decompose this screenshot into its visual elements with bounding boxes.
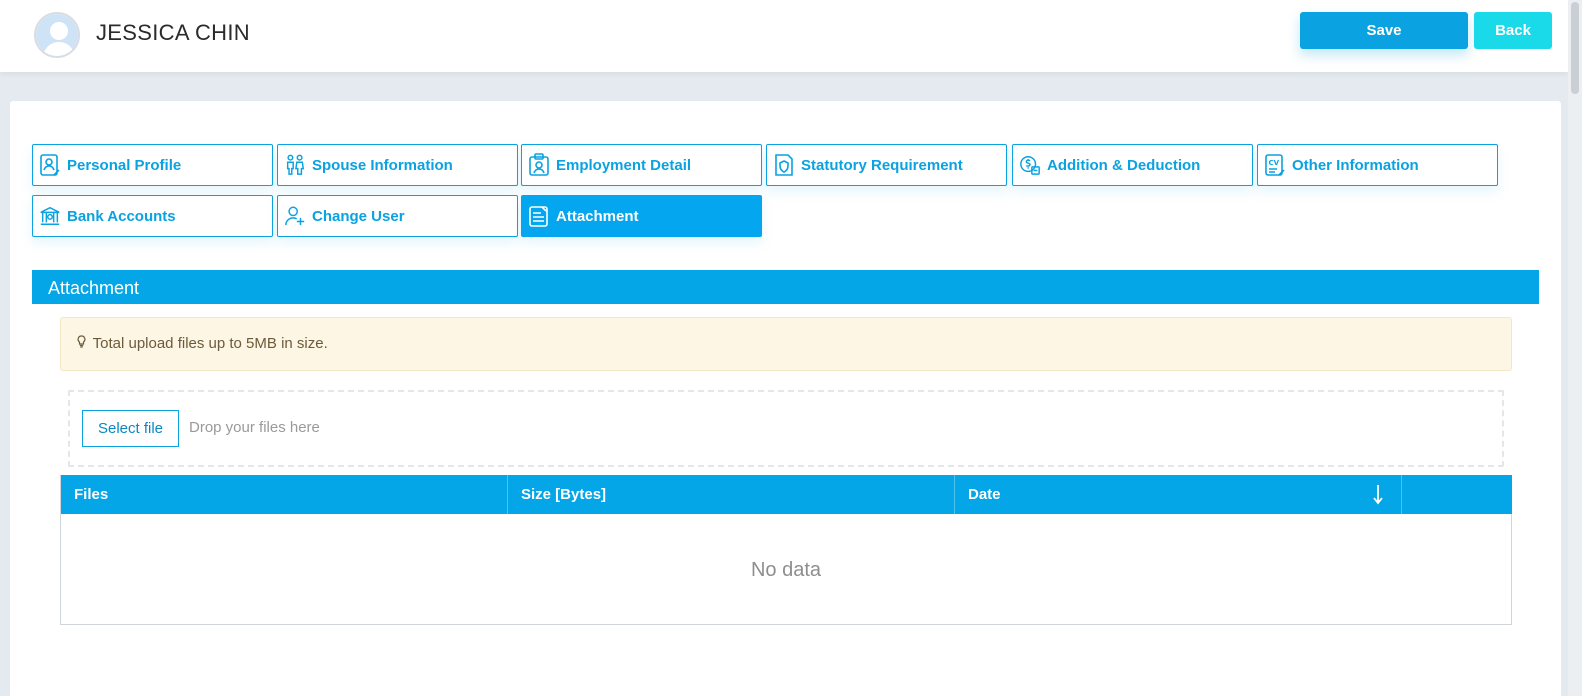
tab-label: Employment Detail (556, 156, 692, 174)
tab-label: Bank Accounts (67, 207, 176, 225)
addition-deduction-icon (1019, 153, 1041, 177)
tab-employment-detail[interactable]: Employment Detail (521, 144, 762, 186)
tab-personal-profile[interactable]: Personal Profile (32, 144, 273, 186)
tab-label: Personal Profile (67, 156, 182, 174)
attachment-icon (528, 204, 550, 228)
tab-label: Other Information (1292, 156, 1419, 174)
sort-descending-icon[interactable] (1372, 483, 1384, 505)
main-card: Personal Profile Spouse Information Empl… (10, 101, 1561, 696)
column-header-date[interactable]: Date (955, 475, 1402, 514)
cv-icon: CV (1264, 153, 1286, 177)
file-dropzone[interactable]: Select file Drop your files here (68, 390, 1504, 467)
personal-profile-icon (39, 153, 61, 177)
add-user-icon (284, 204, 306, 228)
employment-icon (528, 153, 550, 177)
column-header-actions (1402, 475, 1512, 514)
vertical-scrollbar[interactable] (1568, 0, 1582, 696)
statutory-icon (773, 153, 795, 177)
attachments-table: Files Size [Bytes] Date No data (60, 475, 1512, 625)
user-name: JESSICA CHIN (96, 20, 250, 45)
section-title: Attachment (32, 270, 1539, 304)
tab-label: Statutory Requirement (801, 156, 963, 174)
svg-text:CV: CV (1269, 159, 1280, 167)
back-button[interactable]: Back (1474, 12, 1552, 49)
user-silhouette-icon (36, 14, 78, 56)
tab-label: Spouse Information (312, 156, 453, 174)
column-header-files[interactable]: Files (61, 475, 508, 514)
tab-label: Addition & Deduction (1047, 156, 1201, 174)
page-header: JESSICA CHIN Save Back (0, 0, 1568, 72)
table-header: Files Size [Bytes] Date (61, 475, 1512, 514)
upload-size-notice: Total upload files up to 5MB in size. (60, 317, 1512, 371)
column-header-size[interactable]: Size [Bytes] (508, 475, 955, 514)
tab-attachment[interactable]: Attachment (521, 195, 762, 237)
tab-change-user[interactable]: Change User (277, 195, 518, 237)
lightbulb-icon (77, 335, 90, 351)
empty-table-message: No data (750, 559, 822, 581)
avatar (34, 12, 80, 58)
tab-spouse-information[interactable]: Spouse Information (277, 144, 518, 186)
tab-addition-deduction[interactable]: Addition & Deduction (1012, 144, 1253, 186)
scrollbar-thumb[interactable] (1571, 2, 1579, 94)
tab-other-information[interactable]: CV Other Information (1257, 144, 1498, 186)
tab-bank-accounts[interactable]: Bank Accounts (32, 195, 273, 237)
tab-statutory-requirement[interactable]: Statutory Requirement (766, 144, 1007, 186)
tab-label: Attachment (556, 207, 639, 225)
bank-icon (39, 204, 61, 228)
spouse-icon (284, 153, 306, 177)
notice-text: Total upload files up to 5MB in size. (92, 335, 328, 352)
tab-label: Change User (312, 207, 405, 225)
drop-hint: Drop your files here (189, 419, 320, 436)
save-button[interactable]: Save (1300, 12, 1468, 49)
select-file-button[interactable]: Select file (82, 410, 179, 447)
